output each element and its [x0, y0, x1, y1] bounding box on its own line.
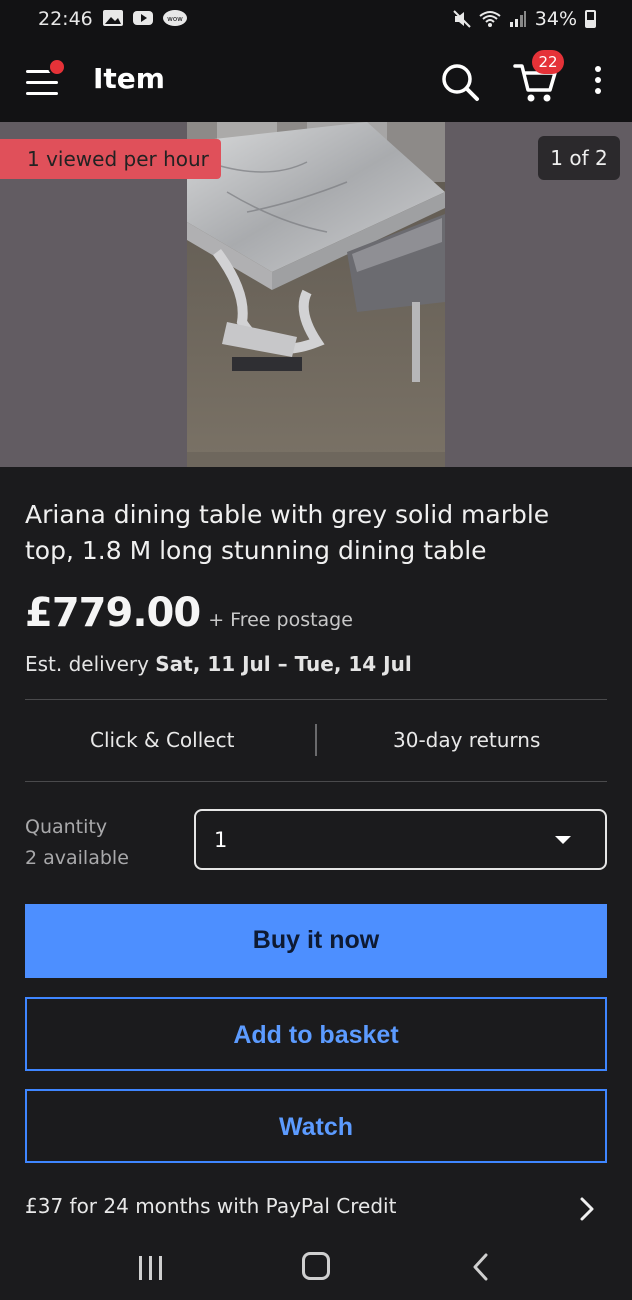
- battery-percent: 34%: [534, 8, 577, 30]
- search-icon[interactable]: [438, 60, 482, 104]
- battery-icon: [585, 10, 596, 28]
- image-counter: 1 of 2: [538, 136, 620, 180]
- mute-icon: [453, 10, 471, 28]
- item-title: Ariana dining table with grey solid marb…: [25, 500, 550, 565]
- feature-separator: [315, 724, 317, 756]
- quantity-value: 1: [214, 828, 228, 852]
- quantity-label-group: Quantity 2 available: [25, 812, 129, 874]
- cart-count-badge: 22: [532, 50, 564, 74]
- gallery-icon: [103, 10, 123, 26]
- status-time: 22:46: [38, 8, 93, 30]
- more-options-icon[interactable]: [586, 66, 610, 98]
- back-icon[interactable]: [470, 1252, 490, 1282]
- notification-dot: [48, 58, 66, 76]
- dining-table-image: [187, 122, 445, 467]
- click-collect-feature: Click & Collect: [90, 728, 235, 752]
- price-row: £779.00 + Free postage: [25, 590, 353, 636]
- quantity-label: Quantity: [25, 816, 108, 838]
- viewed-per-hour-badge: 1 viewed per hour: [0, 139, 221, 179]
- app-badge-icon: wow: [163, 10, 187, 26]
- quantity-available: 2 available: [25, 847, 129, 869]
- divider: [25, 699, 607, 700]
- wifi-icon: [479, 11, 501, 27]
- svg-text:wow: wow: [167, 15, 183, 23]
- returns-feature: 30-day returns: [393, 728, 541, 752]
- divider: [25, 781, 607, 782]
- page-title: Item: [93, 62, 165, 95]
- delivery-dates: Sat, 11 Jul – Tue, 14 Jul: [155, 652, 412, 676]
- estimated-delivery: Est. delivery Sat, 11 Jul – Tue, 14 Jul: [25, 652, 412, 676]
- status-bar: 22:46 wow 34%: [0, 0, 632, 40]
- image-gallery[interactable]: 1 viewed per hour 1 of 2: [0, 122, 632, 467]
- app-bar: Item 22: [0, 40, 632, 122]
- quantity-select[interactable]: 1: [194, 809, 607, 870]
- menu-button[interactable]: [22, 58, 66, 102]
- paypal-credit-row[interactable]: £37 for 24 months with PayPal Credit: [25, 1190, 607, 1230]
- product-photo[interactable]: [187, 122, 445, 467]
- system-nav-bar: [0, 1236, 632, 1300]
- chevron-right-icon: [580, 1197, 594, 1221]
- paypal-credit-text: £37 for 24 months with PayPal Credit: [25, 1194, 397, 1218]
- watch-button[interactable]: Watch: [25, 1089, 607, 1163]
- delivery-label: Est. delivery: [25, 652, 156, 676]
- youtube-icon: [133, 11, 153, 25]
- add-to-basket-button[interactable]: Add to basket: [25, 997, 607, 1071]
- signal-icon: [509, 11, 526, 27]
- postage-info: + Free postage: [208, 609, 353, 631]
- dropdown-caret-icon: [555, 836, 571, 844]
- buy-it-now-button[interactable]: Buy it now: [25, 904, 607, 978]
- item-price: £779.00: [25, 590, 201, 636]
- recent-apps-icon[interactable]: [139, 1256, 165, 1280]
- home-icon[interactable]: [302, 1252, 330, 1280]
